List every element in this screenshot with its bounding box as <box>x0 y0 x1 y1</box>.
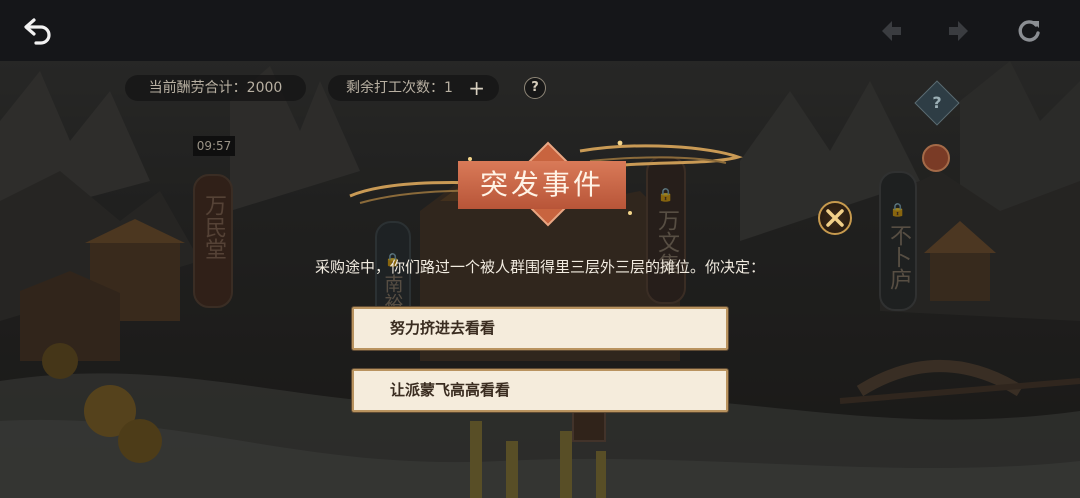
countdown-timer: 09:57 <box>193 136 235 156</box>
event-title: 突发事件 <box>458 161 626 209</box>
choice-button-paimon-fly[interactable]: 让派蒙飞高高看看 <box>352 369 728 412</box>
help-icon[interactable]: ? <box>524 77 546 99</box>
refresh-icon[interactable] <box>1014 16 1044 46</box>
gift-icon[interactable] <box>922 144 950 172</box>
nav-back-icon[interactable] <box>876 17 906 45</box>
remaining-work-display: 剩余打工次数：1 + <box>328 75 499 101</box>
close-icon <box>826 209 844 227</box>
question-icon: ? <box>932 93 942 112</box>
event-title-banner: 突发事件 <box>330 121 750 231</box>
back-arrow-icon[interactable] <box>22 14 56 48</box>
payment-total-display: 当前酬劳合计：2000 <box>125 75 306 101</box>
close-button[interactable] <box>818 201 852 235</box>
add-work-button[interactable]: + <box>468 75 485 101</box>
game-scene: 万民堂 🔒 南裕 🔒 万文集 🔒 不卜庐 当前酬劳合计：2000 剩余打工次数：1 +… <box>0 61 1080 498</box>
event-description: 采购途中，你们路过一个被人群围得里三层外三层的摊位。你决定： <box>314 258 765 276</box>
choice-button-squeeze-in[interactable]: 努力挤进去看看 <box>352 307 728 350</box>
top-bar <box>0 0 1080 61</box>
nav-forward-icon[interactable] <box>944 17 974 45</box>
